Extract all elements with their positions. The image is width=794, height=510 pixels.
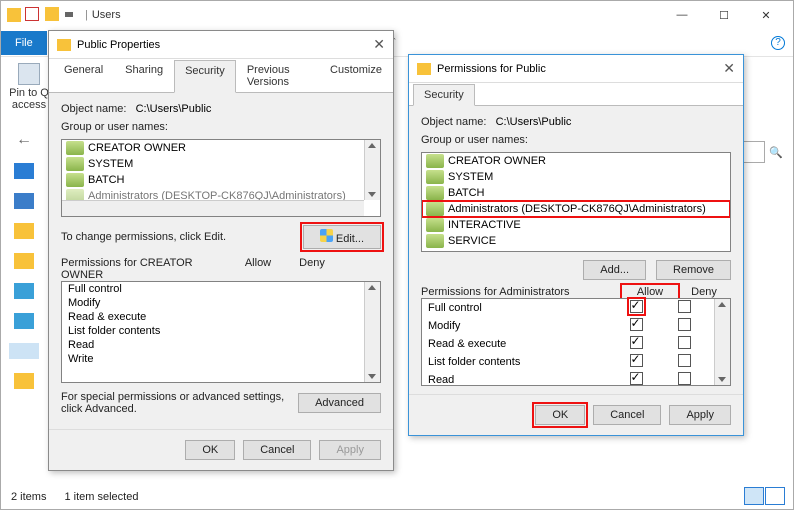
close-icon[interactable]: ✕ [723,60,735,77]
scrollbar-vertical[interactable] [714,299,730,385]
group-icon [426,186,444,200]
explorer-titlebar: | Users — ☐ ✕ [1,1,793,29]
folder-icon[interactable] [14,223,34,239]
selection-count: 1 item selected [64,491,138,503]
close-icon[interactable]: ✕ [373,36,385,53]
tab-security[interactable]: Security [413,84,475,106]
ok-button[interactable]: OK [535,405,585,425]
object-name-label: Object name: [421,116,486,128]
folder-icon [7,8,21,22]
advanced-hint: For special permissions or advanced sett… [61,391,298,415]
object-path: C:\Users\Public [496,116,572,128]
edit-hint: To change permissions, click Edit. [61,231,303,243]
folder-icon [417,63,431,75]
nav-pane: ← [1,131,47,389]
maximize-button[interactable]: ☐ [703,3,745,27]
allow-full-control-checkbox[interactable] [630,300,643,313]
deny-read-checkbox[interactable] [678,372,691,385]
icons-view-icon[interactable] [765,487,785,505]
details-view-icon[interactable] [744,487,764,505]
cancel-button[interactable]: Cancel [243,440,311,460]
scrollbar-vertical[interactable] [364,140,380,200]
folder-icon[interactable] [14,373,34,389]
group-label: Group or user names: [421,134,731,146]
folder-icon[interactable] [14,253,34,269]
allow-list-folder-checkbox[interactable] [630,354,643,367]
edit-button[interactable]: Edit... [303,225,381,249]
deny-header: Deny [677,286,731,298]
group-icon [426,202,444,216]
object-path: C:\Users\Public [136,103,212,115]
permissions-dialog: Permissions for Public ✕ Security Object… [408,54,744,436]
allow-read-checkbox[interactable] [630,372,643,385]
cancel-button[interactable]: Cancel [593,405,661,425]
principals-list[interactable]: CREATOR OWNER SYSTEM BATCH Administrator… [421,152,731,252]
advanced-button[interactable]: Advanced [298,393,381,413]
minimize-button[interactable]: — [661,3,703,27]
object-name-label: Object name: [61,103,126,115]
tab-previous-versions[interactable]: Previous Versions [236,59,319,92]
group-label: Group or user names: [61,121,381,133]
search-icon[interactable]: 🔍 [769,146,783,159]
tab-security[interactable]: Security [174,60,236,93]
status-bar: 2 items 1 item selected [11,491,138,503]
deny-full-control-checkbox[interactable] [678,300,691,313]
item-count: 2 items [11,491,46,503]
principals-list[interactable]: CREATOR OWNER SYSTEM BATCH Administrator… [61,139,381,217]
close-button[interactable]: ✕ [745,3,787,27]
selected-folder[interactable] [9,343,39,359]
deny-modify-checkbox[interactable] [678,318,691,331]
group-icon [426,154,444,168]
remove-button[interactable]: Remove [656,260,731,280]
scrollbar-horizontal[interactable] [62,200,364,216]
group-icon [66,173,84,187]
permissions-list: Full control Modify Read & execute List … [421,298,731,386]
apply-button[interactable]: Apply [319,440,381,460]
group-icon [66,189,84,200]
music-icon[interactable] [14,283,34,299]
add-button[interactable]: Add... [583,260,646,280]
allow-read-execute-checkbox[interactable] [630,336,643,349]
pin-quick-access[interactable]: Pin to Q access [7,63,51,111]
permissions-list: Full control Modify Read & execute List … [61,281,381,383]
back-button[interactable]: ← [16,131,32,149]
shield-icon [320,229,333,242]
group-icon [426,218,444,232]
allow-header: Allow [231,257,285,281]
deny-list-folder-checkbox[interactable] [678,354,691,367]
qa-icon[interactable] [25,7,39,21]
chevron-down-icon[interactable] [65,12,73,17]
thispc-icon[interactable] [14,193,34,209]
pictures-icon[interactable] [14,313,34,329]
deny-header: Deny [285,257,339,281]
quick-access-toolbar [25,7,73,21]
apply-button[interactable]: Apply [669,405,731,425]
tab-sharing[interactable]: Sharing [114,59,174,92]
ok-button[interactable]: OK [185,440,235,460]
group-icon [66,141,84,155]
properties-dialog: Public Properties ✕ General Sharing Secu… [48,30,394,471]
window-title: Users [92,9,121,21]
tab-general[interactable]: General [53,59,114,92]
dialog-title: Permissions for Public [437,63,546,75]
group-icon [426,170,444,184]
scrollbar-vertical[interactable] [364,282,380,382]
permissions-for-label: Permissions for Administrators [421,286,623,298]
tab-customize[interactable]: Customize [319,59,393,92]
principal-administrators[interactable]: Administrators (DESKTOP-CK876QJ\Administ… [422,201,730,217]
allow-header: Allow [623,286,677,298]
group-icon [66,157,84,171]
onedrive-icon[interactable] [14,163,34,179]
dialog-title: Public Properties [77,39,160,51]
group-icon [426,234,444,248]
permissions-for-label: Permissions for CREATOR OWNER [61,257,231,281]
help-icon[interactable]: ? [771,36,785,50]
folder-icon [57,39,71,51]
deny-read-execute-checkbox[interactable] [678,336,691,349]
allow-modify-checkbox[interactable] [630,318,643,331]
tabs: General Sharing Security Previous Versio… [49,59,393,93]
qa-folder-icon[interactable] [45,7,59,21]
file-tab[interactable]: File [1,31,47,55]
